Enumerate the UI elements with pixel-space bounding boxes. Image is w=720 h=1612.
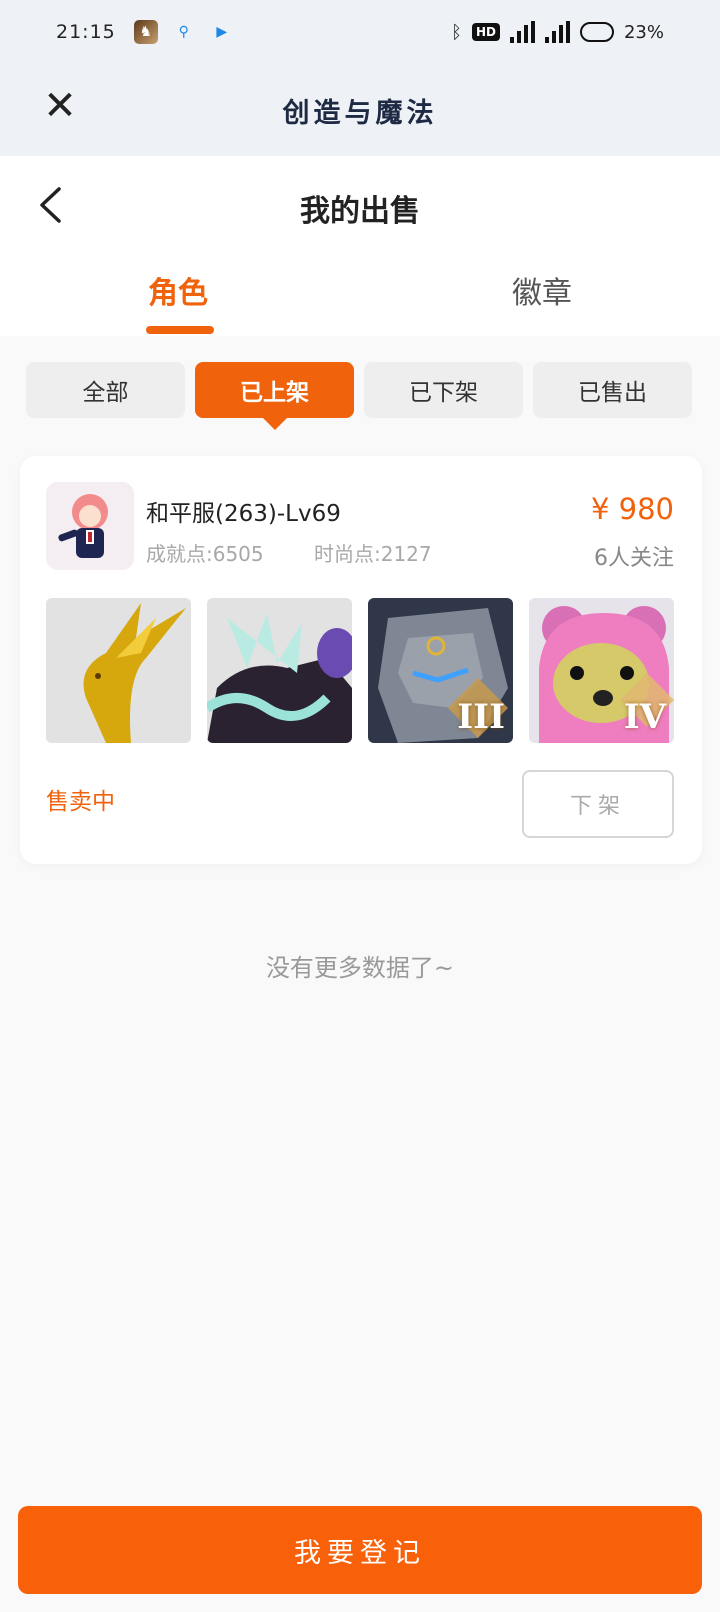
server-name: 和平服(263)-Lv69 [146, 501, 341, 527]
status-time: 21:15 [56, 21, 116, 43]
register-button[interactable]: 我要登记 [18, 1506, 702, 1594]
item-thumb-golden-dragon[interactable] [46, 598, 191, 743]
item-thumb-pink-bear[interactable]: IV [529, 598, 674, 743]
tab-role[interactable]: 角色 [148, 268, 208, 312]
ice-dragon-image [207, 598, 352, 743]
listing-card[interactable]: 和平服(263)-Lv69 成就点:6505 时尚点:2127 ¥ 980 6人… [20, 456, 702, 864]
achievement-points: 成就点:6505 [146, 542, 264, 566]
cloud-battery-icon [579, 22, 614, 42]
no-more-data-text: 没有更多数据了~ [265, 954, 455, 982]
delist-button[interactable]: 下架 [522, 770, 674, 838]
hd-badge: HD [471, 23, 500, 41]
signal-icon-2 [544, 21, 570, 43]
avatar [46, 482, 134, 570]
sale-status: 售卖中 [46, 789, 115, 815]
filter-delisted[interactable]: 已下架 [364, 362, 523, 418]
filter-all[interactable]: 全部 [26, 362, 185, 418]
item-thumbnails: III IV [46, 598, 674, 743]
play-app-icon: ▶ [216, 24, 228, 40]
signal-icon [509, 21, 535, 43]
notification-icons: ♞ ⚲ ▶ [133, 20, 234, 44]
golden-dragon-image [46, 598, 191, 743]
character-avatar-image [46, 482, 134, 570]
search-app-icon: ⚲ [178, 24, 189, 40]
filter-bar: 全部 已上架 已下架 已售出 [26, 362, 694, 430]
page-title: 我的出售 [300, 194, 420, 229]
page-header: 我的出售 角色 徽章 [0, 156, 720, 336]
item-thumb-stone-golem[interactable]: III [368, 598, 513, 743]
tier-badge: III [457, 697, 505, 737]
miniapp-header: ✕ 创造与魔法 [0, 64, 720, 156]
price: ¥ 980 [590, 492, 674, 526]
bluetooth-icon: ᛒ [451, 21, 462, 43]
tab-badge[interactable]: 徽章 [512, 268, 572, 312]
miniapp-title: 创造与魔法 [282, 97, 438, 129]
status-right: ᛒ HD 23% [451, 21, 664, 43]
tier-badge: IV [623, 697, 666, 737]
game-app-icon: ♞ [133, 20, 158, 44]
tab-underline [146, 326, 214, 334]
follower-count: 6人关注 [594, 546, 674, 571]
status-bar: 21:15 ♞ ⚲ ▶ ᛒ HD 23% [0, 0, 720, 64]
filter-sold[interactable]: 已售出 [533, 362, 692, 418]
fashion-points: 时尚点:2127 [314, 542, 432, 566]
close-icon[interactable]: ✕ [40, 86, 80, 126]
filter-listed[interactable]: 已上架 [195, 362, 354, 430]
battery-level: 23% [623, 21, 664, 43]
item-thumb-ice-dragon[interactable] [207, 598, 352, 743]
